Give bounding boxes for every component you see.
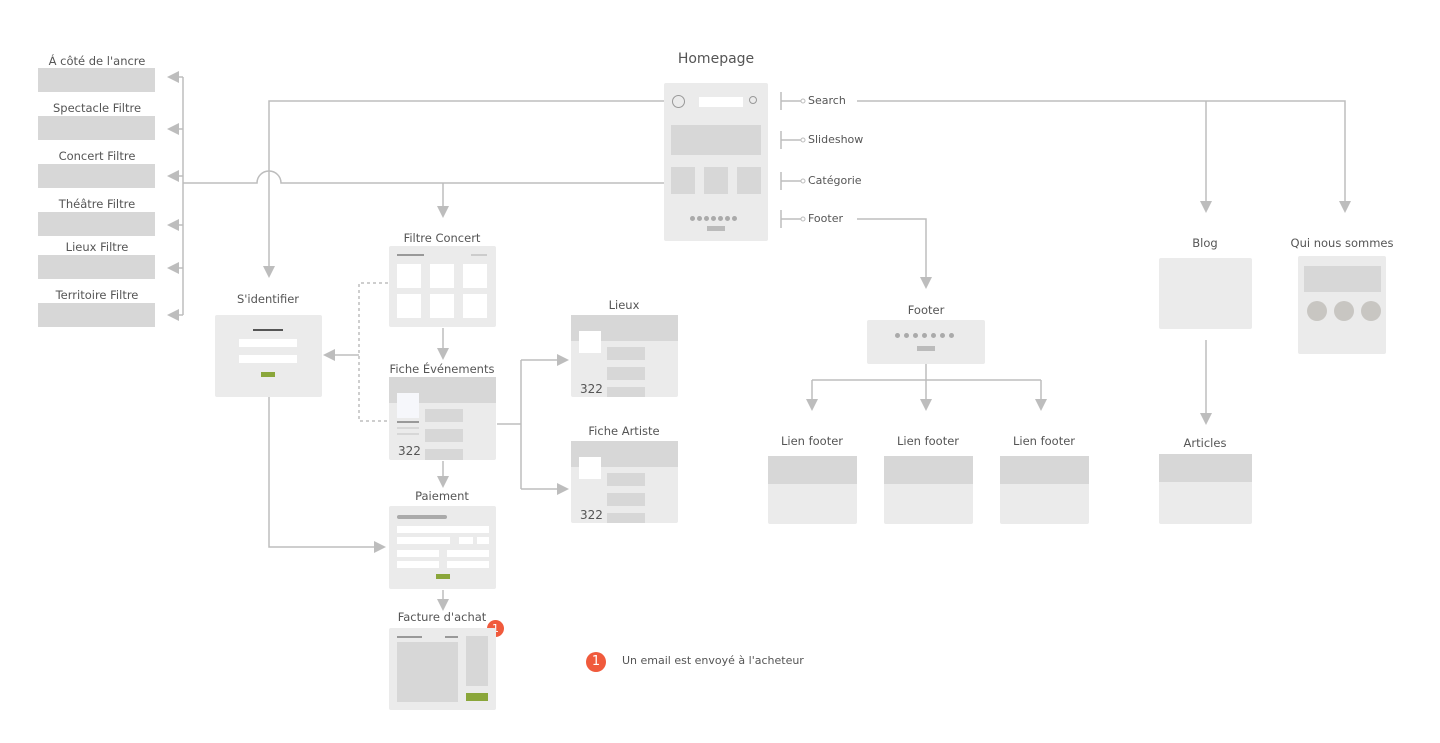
filtre-concert-title: Filtre Concert xyxy=(403,231,481,245)
lien-footer-title: Lien footer xyxy=(896,434,960,448)
footer-title: Footer xyxy=(907,303,945,317)
category-block xyxy=(737,167,761,194)
slideshow-block xyxy=(671,125,761,155)
section-search: Search xyxy=(808,94,846,107)
blog-title: Blog xyxy=(1192,236,1218,250)
homepage-wireframe[interactable] xyxy=(664,83,768,241)
count: 322 xyxy=(580,508,603,522)
identifier-wireframe[interactable] xyxy=(215,315,322,397)
search-field xyxy=(699,97,743,107)
lieux-title: Lieux xyxy=(608,298,640,312)
image-icon xyxy=(579,331,601,353)
filter-label: Théâtre Filtre xyxy=(58,197,136,211)
submit-button xyxy=(261,372,275,377)
filter-block[interactable] xyxy=(38,212,155,236)
filter-label: Territoire Filtre xyxy=(55,288,139,302)
fiche-artiste-wireframe[interactable]: 322 xyxy=(571,441,678,523)
lien-footer-wireframe[interactable] xyxy=(1000,456,1089,524)
account-icon xyxy=(672,95,685,108)
user-icon xyxy=(579,457,601,479)
section-categorie: Catégorie xyxy=(808,174,862,187)
filter-label: Á côté de l'ancre xyxy=(48,54,146,68)
filter-block[interactable] xyxy=(38,164,155,188)
filter-block[interactable] xyxy=(38,255,155,279)
fiche-artiste-title: Fiche Artiste xyxy=(588,424,660,438)
category-block xyxy=(671,167,695,194)
identifier-title: S'identifier xyxy=(236,292,300,306)
paiement-title: Paiement xyxy=(415,489,469,503)
footer-button xyxy=(707,226,725,231)
paiement-wireframe[interactable] xyxy=(389,506,496,589)
note-text: Un email est envoyé à l'acheteur xyxy=(622,654,804,667)
fiche-evenements-title: Fiche Événements xyxy=(389,362,495,376)
articles-title: Articles xyxy=(1183,436,1227,450)
lien-footer-title: Lien footer xyxy=(780,434,844,448)
articles-wireframe[interactable] xyxy=(1159,454,1252,524)
count: 322 xyxy=(398,444,421,458)
fiche-evenements-wireframe[interactable]: 322 xyxy=(389,377,496,460)
filter-label: Spectacle Filtre xyxy=(52,101,142,115)
section-footer: Footer xyxy=(808,212,843,225)
count: 322 xyxy=(580,382,603,396)
filter-label: Concert Filtre xyxy=(58,149,136,163)
search-icon xyxy=(749,96,757,104)
note-badge: 1 xyxy=(586,652,606,672)
qui-title: Qui nous sommes xyxy=(1290,236,1394,250)
filter-block[interactable] xyxy=(38,303,155,327)
category-block xyxy=(704,167,728,194)
facture-title: Facture d'achat xyxy=(397,610,487,624)
filter-block[interactable] xyxy=(38,68,155,92)
lieux-wireframe[interactable]: 322 xyxy=(571,315,678,397)
filter-block[interactable] xyxy=(38,116,155,140)
filter-label: Lieux Filtre xyxy=(65,240,129,254)
footer-wireframe[interactable] xyxy=(867,320,985,364)
lien-footer-wireframe[interactable] xyxy=(768,456,857,524)
section-slideshow: Slideshow xyxy=(808,133,864,146)
qui-wireframe[interactable] xyxy=(1298,256,1386,354)
lien-footer-title: Lien footer xyxy=(1012,434,1076,448)
filtre-concert-wireframe[interactable] xyxy=(389,246,496,327)
homepage-title: Homepage xyxy=(677,51,755,67)
lien-footer-wireframe[interactable] xyxy=(884,456,973,524)
blog-wireframe[interactable] xyxy=(1159,258,1252,329)
facture-wireframe[interactable] xyxy=(389,628,496,710)
